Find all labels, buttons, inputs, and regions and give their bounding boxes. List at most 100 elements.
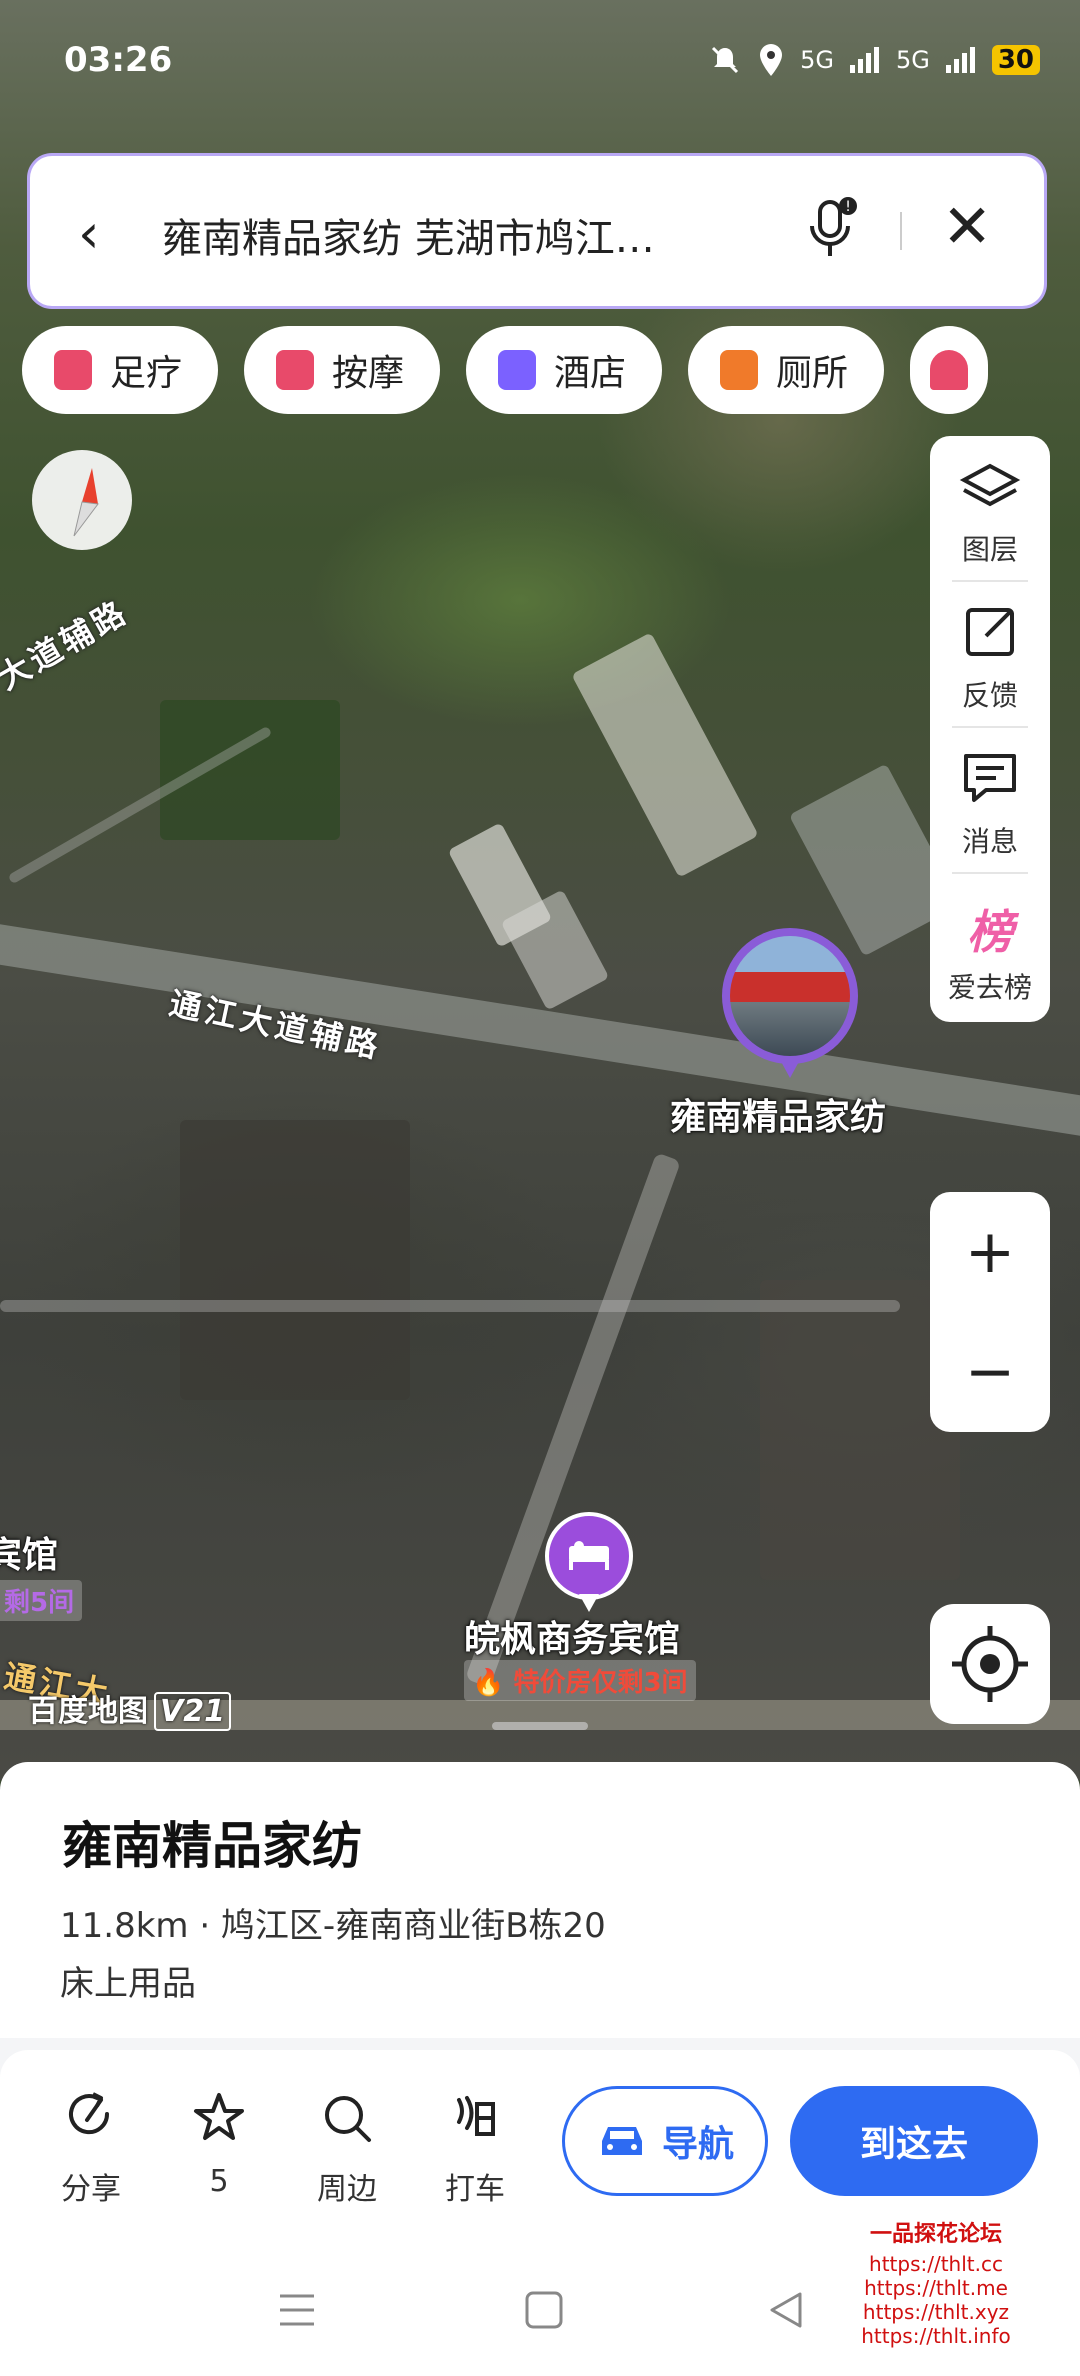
farm-field bbox=[160, 700, 340, 840]
star-icon bbox=[194, 2093, 244, 2140]
share-label: 分享 bbox=[61, 2172, 121, 2207]
navigate-label: 导航 bbox=[661, 2124, 734, 2165]
place-photo bbox=[730, 936, 850, 1056]
watermark: 一品探花论坛 https://thlt.cc https://thlt.me h… bbox=[856, 2222, 1016, 2348]
back-icon[interactable]: ‹ bbox=[78, 202, 100, 265]
locate-button[interactable] bbox=[930, 1604, 1050, 1724]
foot-massage-icon bbox=[54, 350, 92, 390]
toilet-icon bbox=[720, 350, 759, 390]
zoom-controls: + − bbox=[930, 1192, 1050, 1432]
category-chips: 足疗 按摩 酒店 厕所 bbox=[22, 326, 989, 414]
status-time: 03:26 bbox=[64, 40, 173, 80]
hotel-icon bbox=[498, 350, 537, 390]
chip-label: 足疗 bbox=[110, 353, 183, 394]
road bbox=[0, 1300, 900, 1312]
share-button[interactable]: 分享 bbox=[36, 2090, 146, 2208]
search-query[interactable]: 雍南精品家纺 芜湖市鸠江… bbox=[162, 206, 782, 264]
zoom-in-button[interactable]: + bbox=[930, 1192, 1050, 1312]
watermark-url: https://thlt.cc bbox=[869, 2252, 1003, 2276]
microphone-icon[interactable]: ! bbox=[802, 196, 862, 266]
road bbox=[465, 1152, 681, 1688]
signal-icon bbox=[849, 47, 879, 73]
place-category: 床上用品 bbox=[60, 1964, 196, 2004]
location-icon bbox=[760, 44, 783, 76]
building-block bbox=[180, 1120, 410, 1400]
tool-label: 消息 bbox=[961, 825, 1018, 858]
chip-more[interactable] bbox=[910, 326, 989, 414]
taxi-icon bbox=[457, 2096, 495, 2136]
hotel-label[interactable]: 宾馆 bbox=[0, 1526, 58, 1578]
feedback-icon bbox=[966, 608, 1014, 656]
chip-massage[interactable]: 按摩 bbox=[244, 326, 441, 414]
hotel-deal-badge: 🔥 特价房仅剩3间 bbox=[464, 1660, 696, 1701]
place-marker[interactable] bbox=[722, 928, 858, 1078]
back-nav-icon[interactable] bbox=[766, 2290, 806, 2330]
place-marker-label[interactable]: 雍南精品家纺 bbox=[670, 1088, 886, 1140]
tool-message[interactable]: 消息 bbox=[930, 728, 1050, 874]
nearby-label: 周边 bbox=[317, 2172, 377, 2207]
favorite-button[interactable]: 5 bbox=[164, 2090, 274, 2199]
hotel-deal-badge: 剩5间 bbox=[0, 1580, 83, 1621]
crosshair-icon bbox=[952, 1626, 1028, 1702]
watermark-url: https://thlt.me bbox=[864, 2276, 1008, 2300]
sheet-handle[interactable] bbox=[492, 1722, 588, 1730]
marker-tail bbox=[778, 1056, 802, 1078]
go-here-button[interactable]: 到这去 bbox=[790, 2086, 1038, 2196]
svg-text:!: ! bbox=[845, 199, 851, 215]
greenhouse bbox=[571, 632, 759, 878]
bell-muted-icon bbox=[712, 46, 739, 74]
signal-label: 5G bbox=[895, 46, 930, 74]
tool-label: 反馈 bbox=[961, 679, 1018, 712]
chip-hotel[interactable]: 酒店 bbox=[466, 326, 663, 414]
favorite-count: 5 bbox=[209, 2164, 229, 2199]
share-icon bbox=[69, 2092, 110, 2135]
watermark-title: 一品探花论坛 bbox=[869, 2221, 1002, 2247]
layers-icon bbox=[959, 463, 1021, 507]
watermark-url: https://thlt.xyz bbox=[862, 2300, 1010, 2324]
status-icons: 5G 5G 30 bbox=[708, 42, 1040, 78]
chip-label: 按摩 bbox=[332, 353, 405, 394]
compass[interactable] bbox=[32, 450, 132, 550]
chip-label: 酒店 bbox=[554, 353, 627, 394]
search-bar[interactable]: ‹ 雍南精品家纺 芜湖市鸠江… ! ✕ bbox=[30, 156, 1044, 306]
tool-layers[interactable]: 图层 bbox=[930, 436, 1050, 582]
hotel-marker[interactable] bbox=[545, 1512, 633, 1612]
place-distance-address: 11.8km · 鸠江区-雍南商业街B栋20 bbox=[60, 1906, 606, 1946]
chip-toilet[interactable]: 厕所 bbox=[688, 326, 885, 414]
car-icon bbox=[601, 2127, 642, 2155]
nearby-button[interactable]: 周边 bbox=[292, 2090, 402, 2208]
place-title: 雍南精品家纺 bbox=[62, 1817, 362, 1875]
brand-version: V21 bbox=[154, 1692, 231, 1731]
ranking-icon: 榜 bbox=[967, 905, 1013, 959]
fire-icon: 🔥 bbox=[472, 1668, 505, 1698]
menu-icon[interactable] bbox=[276, 2290, 318, 2330]
tool-ranking[interactable]: 榜 爱去榜 bbox=[930, 874, 1050, 1020]
hotel-deal-text: 特价房仅剩3间 bbox=[513, 1668, 688, 1698]
map-brand: 百度地图 V21 bbox=[28, 1686, 231, 1731]
home-icon[interactable] bbox=[524, 2290, 564, 2330]
signal-label: 5G bbox=[800, 46, 834, 74]
tool-feedback[interactable]: 反馈 bbox=[930, 582, 1050, 728]
go-here-label: 到这去 bbox=[859, 2124, 968, 2165]
tool-label: 爱去榜 bbox=[947, 971, 1032, 1004]
search-divider bbox=[900, 212, 902, 250]
compass-icon bbox=[73, 468, 99, 537]
massage-icon bbox=[276, 350, 315, 390]
message-icon bbox=[964, 754, 1016, 802]
taxi-button[interactable]: 打车 bbox=[420, 2090, 530, 2208]
navigate-button[interactable]: 导航 bbox=[562, 2086, 768, 2196]
hotel-label[interactable]: 皖枫商务宾馆 bbox=[464, 1610, 680, 1662]
battery-level: 30 bbox=[991, 45, 1040, 75]
road-label: 大道辅路 bbox=[0, 592, 135, 698]
close-icon[interactable]: ✕ bbox=[942, 192, 992, 262]
map-tools: 图层 反馈 消息 榜 爱去榜 bbox=[930, 436, 1050, 1022]
signal-icon bbox=[945, 47, 975, 73]
search-icon bbox=[325, 2096, 371, 2142]
bed-icon bbox=[569, 1541, 609, 1570]
chip-foot-massage[interactable]: 足疗 bbox=[22, 326, 219, 414]
chip-label: 厕所 bbox=[776, 353, 849, 394]
brand-name: 百度地图 bbox=[28, 1694, 148, 1729]
tool-label: 图层 bbox=[961, 533, 1018, 566]
zoom-out-button[interactable]: − bbox=[930, 1312, 1050, 1432]
watermark-url: https://thlt.info bbox=[861, 2324, 1011, 2348]
